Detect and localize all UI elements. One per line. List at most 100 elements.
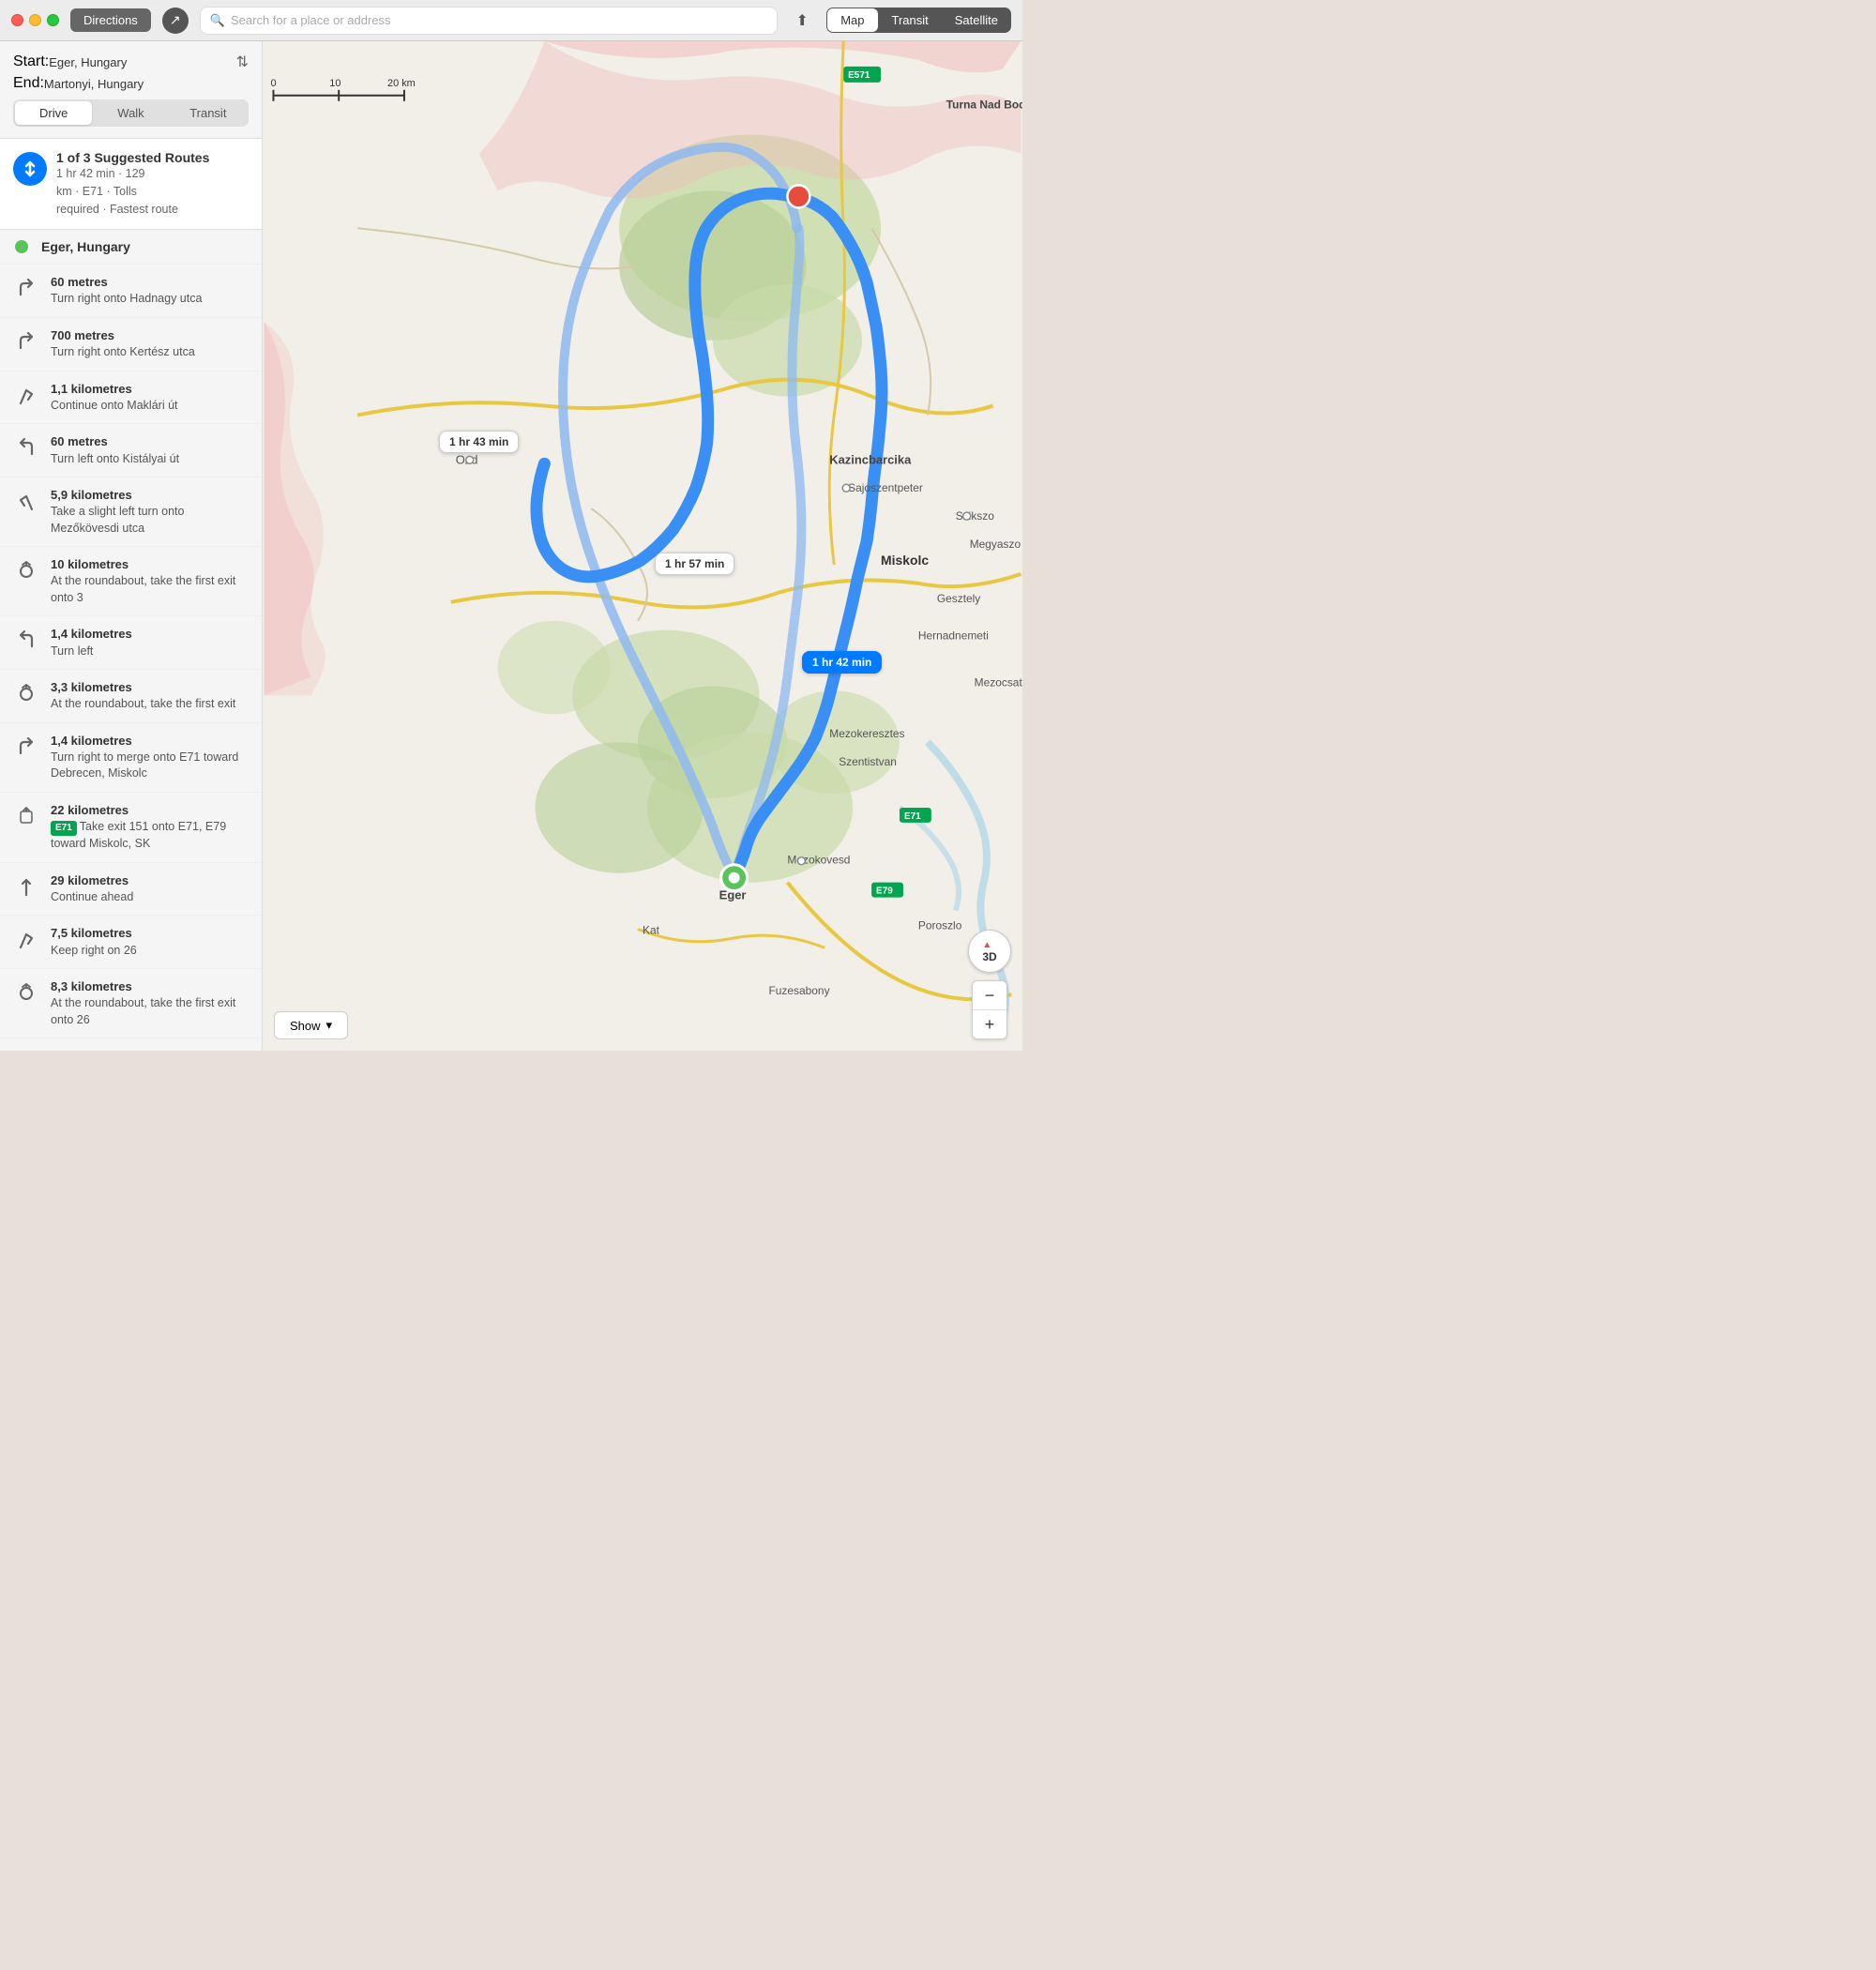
step-distance: 700 metres <box>51 327 195 344</box>
step-instruction: Continue onto Maklári út <box>51 398 178 415</box>
route-summary: 1 of 3 Suggested Routes 1 hr 42 min · 12… <box>0 139 262 230</box>
map-type-transit[interactable]: Transit <box>879 8 942 33</box>
step-item: 1,1 kilometres Continue onto Maklári út <box>0 371 262 425</box>
step-instruction: Keep right on 26 <box>51 943 137 960</box>
close-traffic-light[interactable] <box>11 14 23 26</box>
route-icon <box>13 152 47 186</box>
step-distance: 1,4 kilometres <box>51 626 132 643</box>
sidebar: Start: Eger, Hungary ⇅ End: Martonyi, Hu… <box>0 41 263 1051</box>
map-type-map[interactable]: Map <box>827 8 877 32</box>
step-instruction: Turn right onto Hadnagy utca <box>51 291 202 308</box>
step-distance: 1,4 kilometres <box>51 733 249 750</box>
svg-text:E571: E571 <box>848 70 870 81</box>
maximize-traffic-light[interactable] <box>47 14 59 26</box>
route-title: 1 of 3 Suggested Routes <box>56 150 209 165</box>
search-bar[interactable]: 🔍 Search for a place or address <box>200 7 778 35</box>
step-icon-roundabout <box>13 681 39 707</box>
step-item: 700 metres Turn right onto Kertész utca <box>0 318 262 371</box>
step-item: 29 kilometres Continue ahead <box>0 863 262 917</box>
step-item: 60 metres Turn right onto Hadnagy utca <box>0 265 262 318</box>
step-instruction: Turn right to merge onto E71 toward Debr… <box>51 750 249 782</box>
map-bottom-right: ▲ 3D − + <box>968 930 1011 1039</box>
step-item: 3,3 kilometres At the roundabout, take t… <box>0 670 262 723</box>
step-icon-turn-right <box>13 1050 39 1051</box>
svg-text:Szikszo: Szikszo <box>956 509 994 523</box>
show-chevron: ▾ <box>326 1018 333 1033</box>
end-label: End: <box>13 75 44 92</box>
origin-dot <box>15 240 28 253</box>
minimize-traffic-light[interactable] <box>29 14 41 26</box>
directions-button[interactable]: Directions <box>70 8 151 32</box>
tab-drive[interactable]: Drive <box>15 101 92 125</box>
step-item: 10 kilometres At the roundabout, take th… <box>0 547 262 616</box>
svg-text:Hernadnemeti: Hernadnemeti <box>918 629 989 643</box>
step-instruction: Continue ahead <box>51 889 133 906</box>
map-type-satellite[interactable]: Satellite <box>942 8 1011 33</box>
step-item: 7,5 kilometres Keep right on 26 <box>0 916 262 969</box>
svg-text:E71: E71 <box>904 811 921 822</box>
step-distance: 29 kilometres <box>51 872 133 889</box>
svg-text:10: 10 <box>329 78 340 89</box>
svg-text:Kazincbarcika: Kazincbarcika <box>829 452 912 466</box>
e71-badge: E71 <box>51 821 77 836</box>
step-icon-turn-right <box>13 735 39 761</box>
route-info: 1 of 3 Suggested Routes 1 hr 42 min · 12… <box>56 150 209 218</box>
svg-text:Gesztely: Gesztely <box>937 592 980 605</box>
step-instruction: At the roundabout, take the first exit o… <box>51 573 249 606</box>
map-type-group: Map Transit Satellite <box>826 8 1011 33</box>
step-icon-turn-left <box>13 435 39 462</box>
step-distance: 1,1 kilometres <box>51 381 178 398</box>
step-icon-highway <box>13 804 39 830</box>
show-label: Show <box>290 1019 321 1033</box>
tab-walk[interactable]: Walk <box>92 101 169 125</box>
svg-text:Mezokeresztes: Mezokeresztes <box>829 727 904 740</box>
step-instruction: At the roundabout, take the first exit o… <box>51 995 249 1028</box>
mode-tabs: Drive Walk Transit <box>13 99 249 127</box>
step-icon-roundabout <box>13 980 39 1007</box>
step-item: 1,6 kilometres Turn right onto Rákóczi F… <box>0 1038 262 1051</box>
compass-north: ▲ <box>982 940 996 950</box>
step-instruction: At the roundabout, take the first exit <box>51 696 235 713</box>
route-details: 1 hr 42 min · 129km · E71 · Tollsrequire… <box>56 165 209 218</box>
time-bubble-1hr57[interactable]: 1 hr 57 min <box>655 553 734 575</box>
zoom-in-button[interactable]: + <box>973 1010 1006 1038</box>
step-item: 5,9 kilometres Take a slight left turn o… <box>0 477 262 547</box>
step-item: 60 metres Turn left onto Kistályai út <box>0 424 262 477</box>
svg-text:Mezokovesd: Mezokovesd <box>787 854 850 867</box>
step-icon-arrow-up <box>13 874 39 901</box>
svg-text:Poroszlo: Poroszlo <box>918 918 962 932</box>
step-icon-roundabout <box>13 558 39 584</box>
show-button[interactable]: Show ▾ <box>274 1011 348 1039</box>
step-item: 1,4 kilometres Turn right to merge onto … <box>0 723 262 793</box>
step-icon-slight-right <box>13 927 39 953</box>
map-area: Kazincbarcika Sajoszentpeter Miskolc Ege… <box>263 41 1022 1051</box>
step-icon-slight-right <box>13 383 39 409</box>
navigation-icon[interactable]: ↗ <box>162 8 189 34</box>
step-item: 8,3 kilometres At the roundabout, take t… <box>0 969 262 1038</box>
time-bubble-1hr42[interactable]: 1 hr 42 min <box>802 651 882 674</box>
svg-text:Kat: Kat <box>643 923 660 936</box>
map-bottom-left: Show ▾ <box>274 1011 348 1039</box>
step-icon-slight-left <box>13 489 39 515</box>
svg-text:Szentistvan: Szentistvan <box>839 755 897 768</box>
step-item: 22 kilometres E71Take exit 151 onto E71,… <box>0 793 262 863</box>
step-distance: 8,3 kilometres <box>51 978 249 995</box>
swap-button[interactable]: ⇅ <box>236 53 249 71</box>
step-distance: 60 metres <box>51 433 179 450</box>
time-bubble-1hr43[interactable]: 1 hr 43 min <box>439 431 519 453</box>
3d-label: 3D <box>982 950 996 963</box>
zoom-out-button[interactable]: − <box>973 981 1006 1009</box>
svg-text:20 km: 20 km <box>387 78 416 89</box>
steps-container: Eger, Hungary 60 metres Turn right onto … <box>0 230 262 1051</box>
svg-text:Miskolc: Miskolc <box>881 553 929 568</box>
step-instruction: E71Take exit 151 onto E71, E79 toward Mi… <box>51 819 249 853</box>
3d-button[interactable]: ▲ 3D <box>968 930 1011 973</box>
share-button[interactable]: ⬆ <box>789 8 815 34</box>
svg-text:Sajoszentpeter: Sajoszentpeter <box>848 481 923 494</box>
svg-text:E79: E79 <box>876 886 893 897</box>
route-header: Start: Eger, Hungary ⇅ End: Martonyi, Hu… <box>0 41 262 139</box>
tab-transit[interactable]: Transit <box>170 101 247 125</box>
step-icon-turn-right <box>13 329 39 356</box>
step-distance: 7,5 kilometres <box>51 925 137 942</box>
step-instruction: Turn left onto Kistályai út <box>51 451 179 468</box>
